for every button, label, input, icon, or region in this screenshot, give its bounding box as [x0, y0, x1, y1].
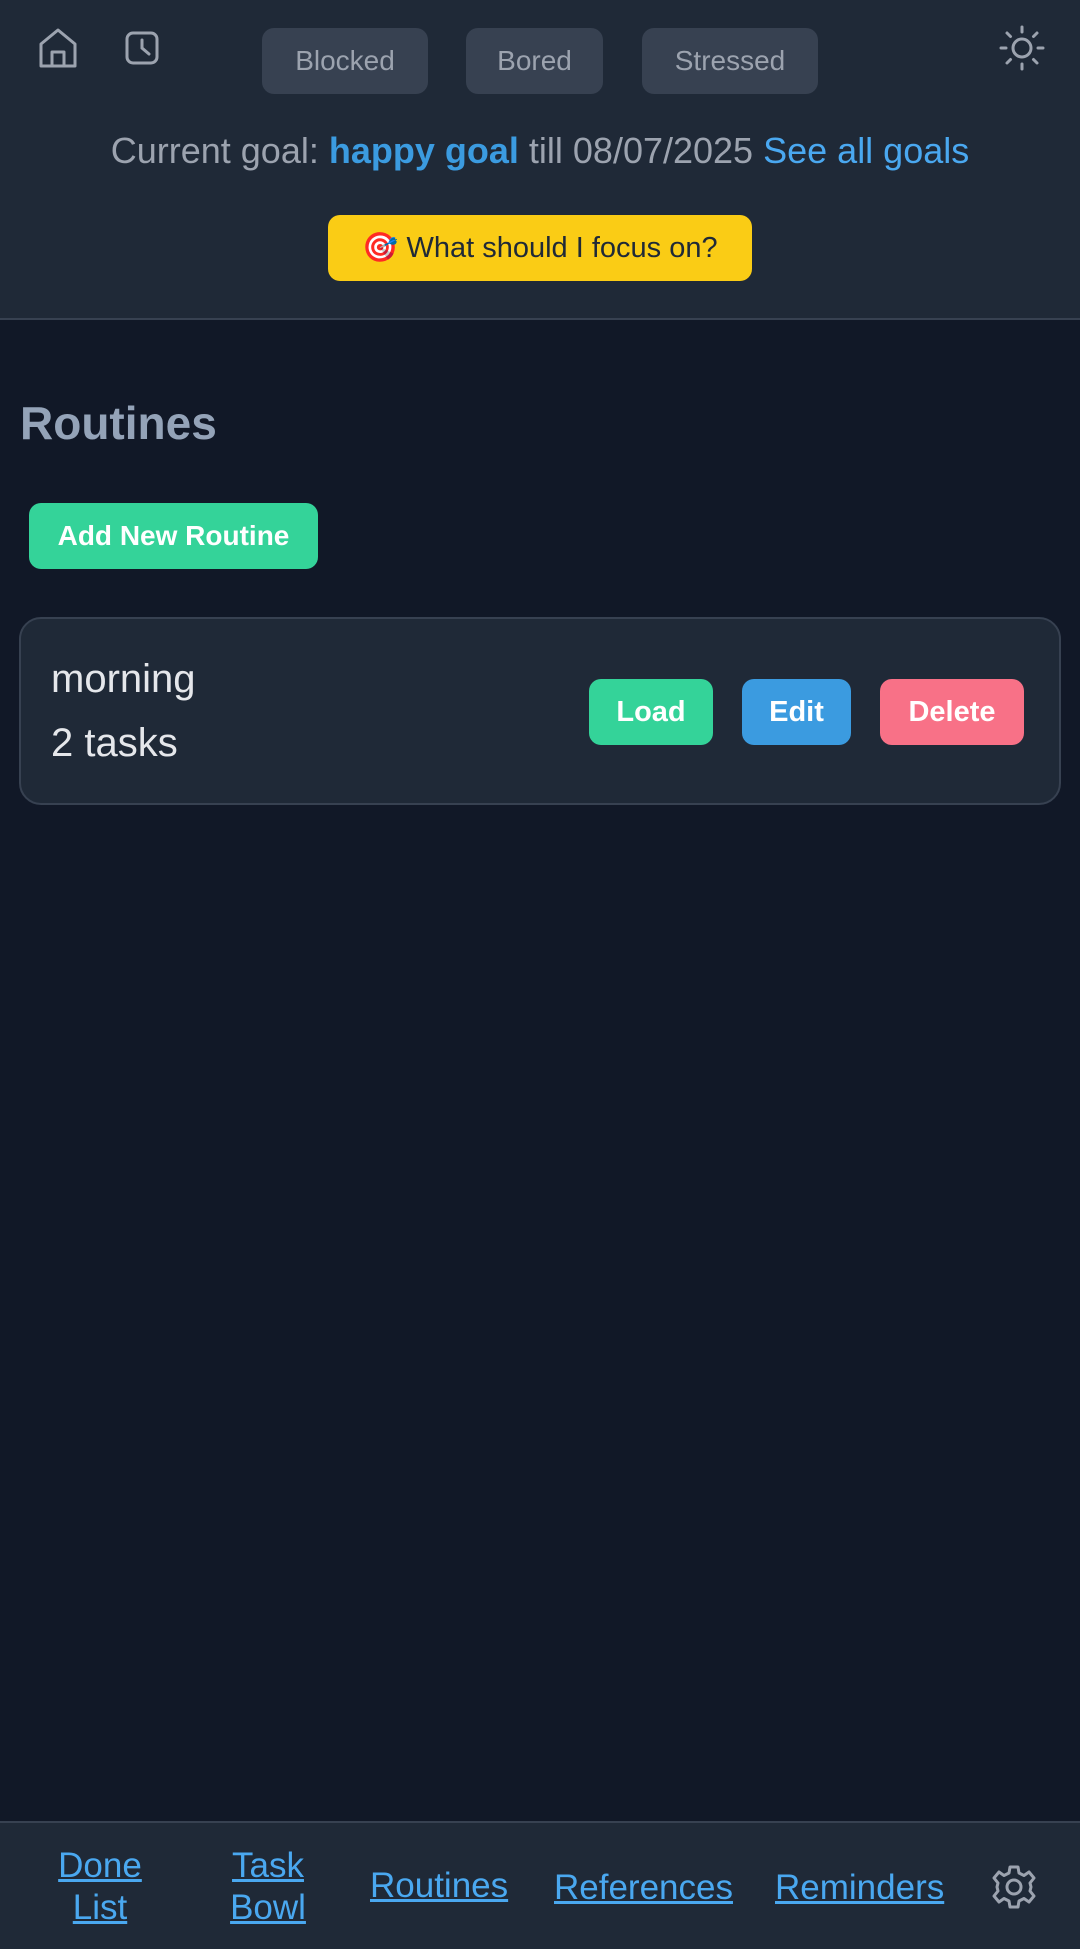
routine-task-count: 2 tasks [51, 721, 178, 765]
target-icon: 🎯 [362, 232, 399, 264]
nav-done-list[interactable]: Done List [50, 1845, 150, 1929]
bottom-nav: Done List Task Bowl Routines References … [0, 1821, 1080, 1949]
routine-card: morning 2 tasks Load Edit Delete [19, 617, 1061, 805]
delete-button[interactable]: Delete [880, 679, 1024, 745]
nav-references[interactable]: References [554, 1867, 733, 1909]
focus-button[interactable]: 🎯 What should I focus on? [328, 215, 752, 281]
mood-stressed-button[interactable]: Stressed [642, 28, 818, 94]
add-routine-button[interactable]: Add New Routine [29, 503, 318, 569]
routine-name: morning [51, 657, 196, 701]
mood-bored-button[interactable]: Bored [466, 28, 603, 94]
nav-reminders[interactable]: Reminders [775, 1867, 944, 1909]
home-icon[interactable] [28, 18, 88, 78]
mood-blocked-button[interactable]: Blocked [262, 28, 428, 94]
page-title: Routines [20, 397, 217, 449]
nav-task-bowl[interactable]: Task Bowl [218, 1845, 318, 1929]
timer-icon[interactable] [112, 18, 172, 78]
current-goal-line: Current goal: happy goal till 08/07/2025… [0, 130, 1080, 172]
nav-routines[interactable]: Routines [370, 1865, 508, 1907]
top-header: Blocked Bored Stressed Current goal: hap… [0, 0, 1080, 320]
goal-prefix: Current goal: [110, 130, 319, 171]
focus-button-label: What should I focus on? [406, 231, 718, 264]
load-button[interactable]: Load [589, 679, 713, 745]
see-all-goals-link[interactable]: See all goals [763, 130, 969, 171]
goal-deadline: till 08/07/2025 [528, 130, 754, 171]
goal-name[interactable]: happy goal [329, 130, 519, 171]
gear-icon[interactable] [990, 1863, 1038, 1911]
sun-icon[interactable] [992, 18, 1052, 78]
edit-button[interactable]: Edit [742, 679, 851, 745]
